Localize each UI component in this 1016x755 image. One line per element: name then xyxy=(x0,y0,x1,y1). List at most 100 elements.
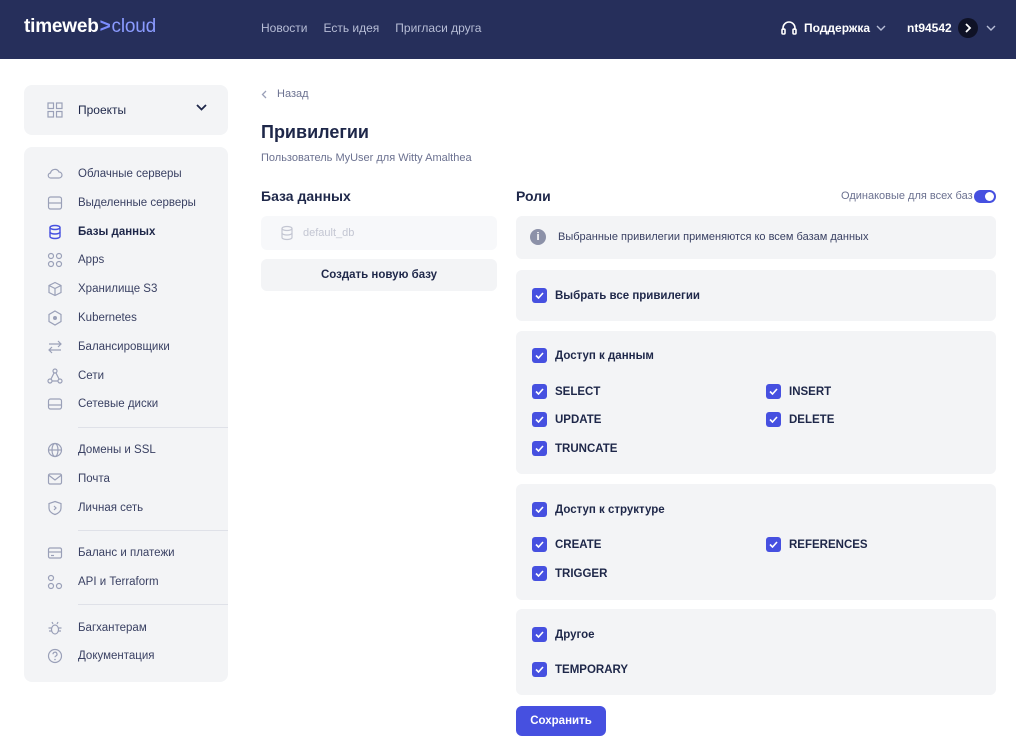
sidebar-item-label: Багхантерам xyxy=(78,622,147,634)
sidebar-item-label: Документация xyxy=(78,650,155,662)
checkbox-label: Выбрать все привилегии xyxy=(555,289,700,302)
sidebar-item-label: Личная сеть xyxy=(78,502,144,514)
sidebar-item-label: API и Terraform xyxy=(78,576,159,588)
select-all-card: Выбрать все привилегии xyxy=(516,270,996,321)
delete-checkbox[interactable]: DELETE xyxy=(766,412,834,427)
logo-main: timeweb xyxy=(24,16,99,37)
db-name: default_db xyxy=(303,227,355,239)
back-link[interactable]: Назад xyxy=(261,88,309,100)
check-icon xyxy=(532,384,547,399)
checkbox-label: TEMPORARY xyxy=(555,663,629,676)
sidebar-menu: Облачные серверы Выделенные серверы Базы… xyxy=(24,147,228,682)
projects-selector[interactable]: Проекты xyxy=(24,85,228,135)
sidebar-item-cloud-servers[interactable]: Облачные серверы xyxy=(24,164,228,184)
mail-icon xyxy=(47,473,63,485)
chevron-down-icon xyxy=(196,104,207,111)
back-label: Назад xyxy=(277,88,309,100)
sidebar-item-networks[interactable]: Сети xyxy=(24,366,228,386)
create-checkbox[interactable]: CREATE xyxy=(532,537,601,552)
checkbox-label: Другое xyxy=(555,628,595,641)
sidebar-item-dedicated-servers[interactable]: Выделенные серверы xyxy=(24,193,228,213)
db-heading: База данных xyxy=(261,188,351,204)
save-button[interactable]: Сохранить xyxy=(516,706,606,736)
apps-icon xyxy=(47,252,63,268)
checkbox-label: REFERENCES xyxy=(789,538,868,551)
data-access-checkbox[interactable]: Доступ к данным xyxy=(532,348,654,363)
check-icon xyxy=(766,412,781,427)
sidebar-item-label: Облачные серверы xyxy=(78,168,182,180)
top-nav: Новости Есть идея Пригласи друга xyxy=(261,21,497,35)
grid-icon xyxy=(47,102,63,118)
top-header: timeweb>cloud Новости Есть идея Пригласи… xyxy=(0,0,1016,59)
sidebar-item-label: Балансировщики xyxy=(78,341,170,353)
checkbox-label: Доступ к структуре xyxy=(555,503,665,516)
db-list-item[interactable]: default_db xyxy=(261,216,497,250)
sidebar-item-label: Базы данных xyxy=(78,226,156,238)
sidebar-item-domains[interactable]: Домены и SSL xyxy=(24,440,228,460)
sidebar-item-label: Kubernetes xyxy=(78,312,137,324)
temporary-checkbox[interactable]: TEMPORARY xyxy=(532,662,628,677)
api-icon xyxy=(47,574,63,590)
chevron-right-icon xyxy=(957,18,978,38)
select-checkbox[interactable]: SELECT xyxy=(532,384,600,399)
sidebar-item-label: Домены и SSL xyxy=(78,444,156,456)
headset-icon xyxy=(781,21,797,35)
trigger-checkbox[interactable]: TRIGGER xyxy=(532,566,607,581)
checkbox-label: TRIGGER xyxy=(555,567,608,580)
logo-separator: > xyxy=(99,16,111,37)
chevron-down-icon xyxy=(876,25,886,31)
user-menu[interactable]: nt94542 xyxy=(907,18,996,38)
checkbox-label: INSERT xyxy=(789,385,832,398)
sidebar-item-balancers[interactable]: Балансировщики xyxy=(24,337,228,357)
checkbox-label: CREATE xyxy=(555,538,602,551)
sidebar-item-label: Баланс и платежи xyxy=(78,547,175,559)
database-icon xyxy=(49,224,61,240)
sidebar-item-private-network[interactable]: Личная сеть xyxy=(24,498,228,518)
sidebar-item-billing[interactable]: Баланс и платежи xyxy=(24,543,228,563)
structure-access-checkbox[interactable]: Доступ к структуре xyxy=(532,502,665,517)
nav-news[interactable]: Новости xyxy=(261,21,307,35)
sidebar-item-label: Сетевые диски xyxy=(78,398,159,410)
data-access-card: Доступ к данным SELECT INSERT UPDATE DEL… xyxy=(516,331,996,474)
update-checkbox[interactable]: UPDATE xyxy=(532,412,601,427)
structure-access-card: Доступ к структуре CREATE REFERENCES TRI… xyxy=(516,484,996,600)
sidebar-item-api[interactable]: API и Terraform xyxy=(24,572,228,592)
other-checkbox[interactable]: Другое xyxy=(532,627,595,642)
check-icon xyxy=(532,566,547,581)
sidebar-item-network-disks[interactable]: Сетевые диски xyxy=(24,394,228,414)
checkbox-label: TRUNCATE xyxy=(555,442,618,455)
sidebar-item-storage-s3[interactable]: Хранилище S3 xyxy=(24,279,228,299)
logo[interactable]: timeweb>cloud xyxy=(24,16,156,38)
check-icon xyxy=(766,384,781,399)
info-text: Выбранные привилегии применяются ко всем… xyxy=(558,231,869,243)
sidebar-item-mail[interactable]: Почта xyxy=(24,469,228,489)
select-all-checkbox[interactable]: Выбрать все привилегии xyxy=(532,288,700,303)
check-icon xyxy=(532,441,547,456)
nav-idea[interactable]: Есть идея xyxy=(323,21,379,35)
server-icon xyxy=(47,196,63,210)
sidebar-item-bughunters[interactable]: Багхантерам xyxy=(24,618,228,638)
info-banner: i Выбранные привилегии применяются ко вс… xyxy=(516,216,996,259)
truncate-checkbox[interactable]: TRUNCATE xyxy=(532,441,617,456)
info-icon: i xyxy=(530,229,546,245)
toggle-knob xyxy=(985,192,994,201)
check-icon xyxy=(766,537,781,552)
support-label: Поддержка xyxy=(804,21,871,35)
same-for-all-toggle[interactable] xyxy=(974,190,996,203)
help-icon xyxy=(47,648,63,664)
check-icon xyxy=(532,412,547,427)
sidebar-item-docs[interactable]: Документация xyxy=(24,646,228,666)
sidebar-item-apps[interactable]: Apps xyxy=(24,250,228,270)
sidebar-item-databases[interactable]: Базы данных xyxy=(24,222,228,242)
sidebar-item-kubernetes[interactable]: Kubernetes xyxy=(24,308,228,328)
page-subtitle: Пользователь MyUser для Witty Amalthea xyxy=(261,152,472,164)
support-menu[interactable]: Поддержка xyxy=(780,20,892,36)
references-checkbox[interactable]: REFERENCES xyxy=(766,537,868,552)
sidebar-item-label: Apps xyxy=(78,254,105,266)
insert-checkbox[interactable]: INSERT xyxy=(766,384,831,399)
checkbox-label: DELETE xyxy=(789,413,835,426)
nav-invite[interactable]: Пригласи друга xyxy=(395,21,481,35)
cloud-icon xyxy=(47,168,63,179)
kubernetes-icon xyxy=(48,310,62,326)
create-db-button[interactable]: Создать новую базу xyxy=(261,259,497,291)
